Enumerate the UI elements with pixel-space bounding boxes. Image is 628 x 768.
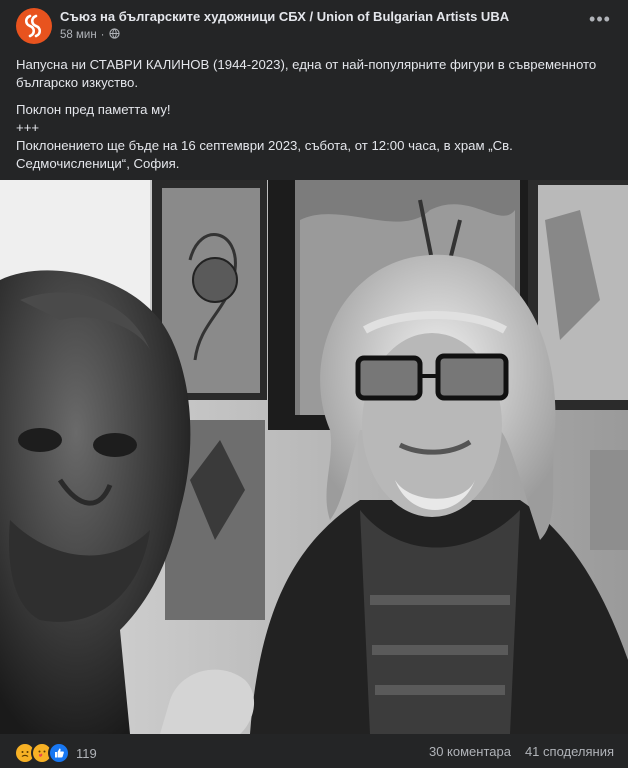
post-stats: 30 коментара 41 споделяния: [429, 744, 614, 759]
post-text: Напусна ни СТАВРИ КАЛИНОВ (1944-2023), е…: [16, 56, 616, 182]
post-header: Съюз на българските художници СБХ / Unio…: [0, 0, 628, 50]
like-icon: [48, 742, 70, 764]
post-footer: 119 30 коментара 41 споделяния: [0, 734, 628, 768]
post-paragraph: Поклон пред паметта му! +++ Поклонението…: [16, 102, 513, 171]
more-options-icon[interactable]: •••: [588, 10, 612, 32]
page-avatar[interactable]: [16, 8, 52, 44]
post-meta: 58 мин ·: [60, 28, 120, 42]
post-time[interactable]: 58 мин: [60, 29, 97, 41]
page-name-link[interactable]: Съюз на българските художници СБХ / Unio…: [60, 9, 509, 24]
globe-icon: [108, 28, 120, 42]
shares-count-link[interactable]: 41 споделяния: [525, 744, 614, 759]
post-photo[interactable]: [0, 180, 628, 734]
post-paragraph: Напусна ни СТАВРИ КАЛИНОВ (1944-2023), е…: [16, 57, 597, 90]
comments-count-link[interactable]: 30 коментара: [429, 744, 511, 759]
reaction-count: 119: [76, 745, 97, 761]
reaction-summary[interactable]: 119: [14, 742, 97, 764]
